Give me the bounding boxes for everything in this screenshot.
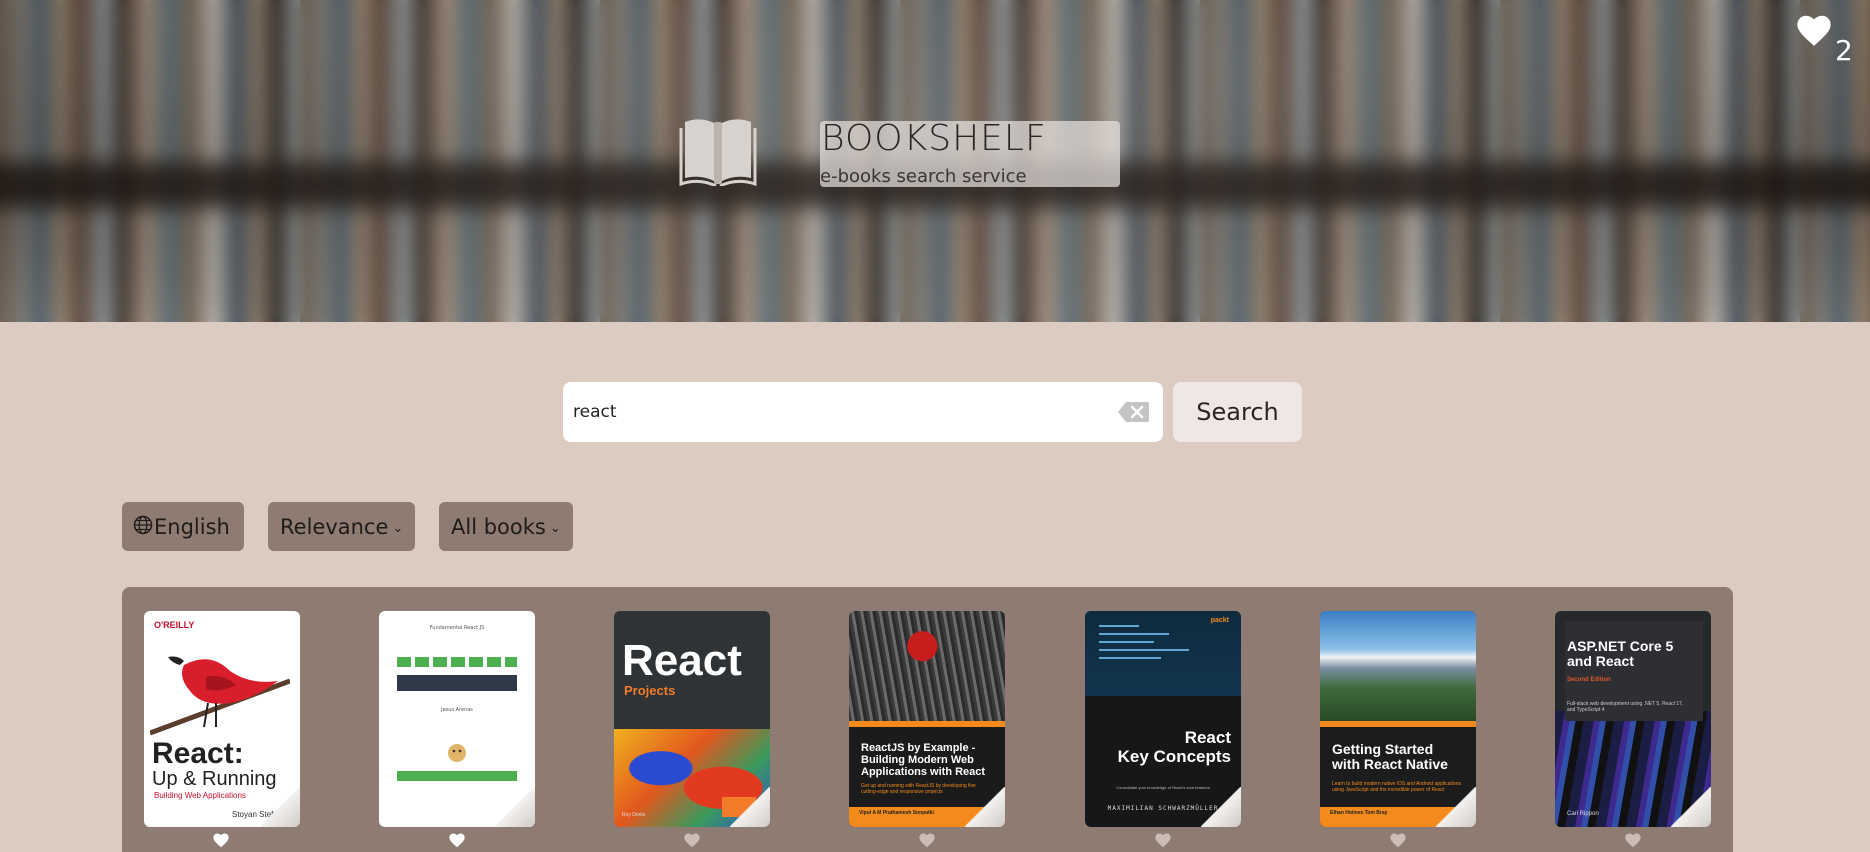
book-title-line2: Projects [624,683,676,698]
book-title: ASP.NET Core 5 and React [1567,638,1674,670]
book-title: React: [152,737,244,770]
page-curl [1201,787,1241,827]
cover-graphic [397,657,517,667]
page-curl [730,787,770,827]
page-curl [965,787,1005,827]
book-card[interactable]: packt React Key Concepts Consolidate you… [1085,611,1241,827]
cover-graphic [397,771,517,781]
favorite-heart-icon[interactable] [918,832,936,848]
page-title: BOOKSHELF [821,118,1047,159]
favorite-heart-icon[interactable] [1154,832,1172,848]
sort-dropdown-label: Relevance [280,514,389,539]
book-title-line2: Key Concepts [1117,746,1231,766]
book-title-line1: React [1184,728,1231,747]
favorite-heart-icon[interactable] [1389,832,1407,848]
book-card[interactable]: ASP.NET Core 5 and React Second Edition … [1555,611,1711,827]
book-publisher: packt [1210,617,1229,624]
page-curl [260,787,300,827]
page-subtitle: e-books search service [820,166,1027,187]
sort-dropdown[interactable]: Relevance ⌄ [268,502,415,551]
favorites-count: 2 [1835,34,1853,67]
language-filter[interactable]: English [122,502,244,551]
book-title: Getting Started with React Native [1332,741,1448,773]
book-publisher: O'REILLY [154,620,195,630]
book-title: React [622,636,742,685]
book-author: Ethan Holmes Tom Bray [1330,810,1388,816]
book-card[interactable]: ReactJS by Example - Building Modern Web… [849,611,1005,827]
page-curl [495,787,535,827]
cover-photo [1320,611,1476,721]
book-title-line2: Up & Running [152,768,277,790]
book-author: Roy Derks [622,812,646,818]
book-subtitle: Full-stack web development using .NET 5,… [1567,701,1684,713]
cover-band [1320,721,1476,727]
bird-illustration [150,656,290,736]
book-title: React Key Concepts [1117,728,1231,766]
search-button[interactable]: Search [1173,382,1302,442]
book-logo-icon [679,119,757,186]
book-subtitle: Jesus Arenas [441,707,473,713]
chevron-down-icon: ⌄ [549,520,561,536]
chevron-down-icon: ⌄ [392,520,404,536]
book-author: Vipul A M Prathamesh Sonpatki [859,810,934,816]
cover-graphic [397,675,517,691]
dog-illustration [448,744,466,762]
book-type-dropdown-label: All books [451,514,546,539]
favorite-heart-icon[interactable] [683,832,701,848]
search-input[interactable] [573,382,1113,442]
globe-icon [133,515,153,534]
cover-photo [849,611,1005,721]
book-subtitle: Building Web Applications [154,791,246,800]
book-edition: Second Edition [1567,677,1611,683]
book-card[interactable]: Getting Started with React Native Learn … [1320,611,1476,827]
favorite-heart-icon[interactable] [212,832,230,848]
cover-band [849,721,1005,727]
page-curl [1436,787,1476,827]
favorite-heart-icon[interactable] [448,832,466,848]
book-title: ReactJS by Example - Building Modern Web… [861,742,986,779]
book-card[interactable]: Fundamental React JS Jesus Arenas [379,611,535,827]
favorite-heart-icon[interactable] [1624,832,1642,848]
book-type-dropdown[interactable]: All books ⌄ [439,502,573,551]
page-curl [1671,787,1711,827]
language-filter-label: English [154,514,230,539]
heart-icon [1797,15,1831,46]
book-author: Carl Rippon [1567,811,1599,817]
search-box [563,382,1163,442]
clear-search-icon[interactable] [1117,400,1151,424]
book-card[interactable]: O'REILLY React: Up & Running Building We… [144,611,300,827]
book-title: Fundamental React JS [429,625,485,631]
book-card[interactable]: React Projects Roy Derks [614,611,770,827]
favorites-button[interactable]: 2 [1795,12,1863,67]
